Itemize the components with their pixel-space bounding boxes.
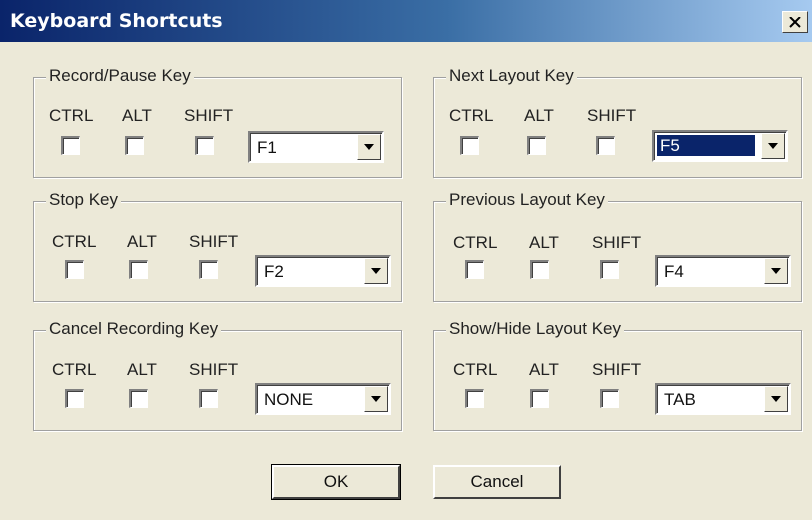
chevron-down-icon (371, 396, 381, 402)
group-title: Previous Layout Key (446, 190, 608, 210)
dropdown-button[interactable] (764, 386, 788, 412)
key-select-value: F4 (664, 262, 684, 281)
group-stop-key: Stop Key CTRL ALT SHIFT F2 (33, 190, 402, 302)
alt-label: ALT (529, 233, 559, 252)
ctrl-label: CTRL (453, 233, 498, 252)
title-bar[interactable]: Keyboard Shortcuts (0, 0, 812, 42)
dropdown-button[interactable] (357, 134, 381, 160)
shift-label: SHIFT (587, 106, 637, 125)
key-select-value: NONE (264, 390, 314, 409)
key-select[interactable]: F1 (248, 131, 384, 163)
ctrl-label: CTRL (49, 106, 94, 125)
group-next-layout-key: Next Layout Key CTRL ALT SHIFT F5 (433, 66, 802, 178)
keyboard-shortcuts-dialog: Keyboard Shortcuts Record/Pause Key CTRL… (0, 0, 812, 520)
key-select[interactable]: NONE (255, 383, 391, 415)
window-title: Keyboard Shortcuts (10, 10, 223, 32)
shift-checkbox[interactable] (195, 136, 214, 155)
dropdown-button[interactable] (764, 258, 788, 284)
alt-label: ALT (524, 106, 554, 125)
close-icon (789, 16, 801, 28)
shift-label: SHIFT (592, 233, 642, 252)
alt-checkbox[interactable] (129, 260, 148, 279)
alt-checkbox[interactable] (530, 260, 549, 279)
shift-label: SHIFT (592, 360, 642, 379)
alt-checkbox[interactable] (129, 389, 148, 408)
alt-label: ALT (122, 106, 152, 125)
group-title: Next Layout Key (446, 66, 577, 86)
chevron-down-icon (771, 268, 781, 274)
group-title: Stop Key (46, 190, 121, 210)
ctrl-label: CTRL (449, 106, 494, 125)
key-select[interactable]: F5 (652, 130, 788, 162)
group-title: Record/Pause Key (46, 66, 194, 86)
key-select-value: F2 (264, 262, 284, 281)
key-select-value: F5 (657, 135, 755, 156)
ctrl-label: CTRL (52, 360, 97, 379)
key-select-value: F1 (257, 138, 277, 157)
key-select[interactable]: F4 (655, 255, 791, 287)
ctrl-checkbox[interactable] (465, 260, 484, 279)
cancel-button[interactable]: Cancel (433, 465, 561, 499)
chevron-down-icon (364, 144, 374, 150)
chevron-down-icon (768, 143, 778, 149)
ctrl-checkbox[interactable] (465, 389, 484, 408)
alt-checkbox[interactable] (530, 389, 549, 408)
group-show-hide-layout-key: Show/Hide Layout Key CTRL ALT SHIFT TAB (433, 319, 802, 431)
group-title: Cancel Recording Key (46, 319, 222, 339)
chevron-down-icon (771, 396, 781, 402)
dropdown-button[interactable] (761, 133, 785, 159)
ctrl-checkbox[interactable] (65, 389, 84, 408)
shift-checkbox[interactable] (596, 136, 615, 155)
alt-checkbox[interactable] (125, 136, 144, 155)
shift-checkbox[interactable] (199, 260, 218, 279)
alt-label: ALT (529, 360, 559, 379)
alt-label: ALT (127, 232, 157, 251)
alt-checkbox[interactable] (527, 136, 546, 155)
chevron-down-icon (371, 268, 381, 274)
alt-label: ALT (127, 360, 157, 379)
shift-label: SHIFT (184, 106, 234, 125)
shift-checkbox[interactable] (600, 389, 619, 408)
shift-label: SHIFT (189, 232, 239, 251)
group-record-pause-key: Record/Pause Key CTRL ALT SHIFT F1 (33, 66, 402, 178)
ctrl-label: CTRL (453, 360, 498, 379)
key-select-value: TAB (664, 390, 696, 409)
ok-button[interactable]: OK (271, 464, 401, 500)
ctrl-label: CTRL (52, 232, 97, 251)
ctrl-checkbox[interactable] (65, 260, 84, 279)
ctrl-checkbox[interactable] (460, 136, 479, 155)
key-select[interactable]: TAB (655, 383, 791, 415)
ctrl-checkbox[interactable] (61, 136, 80, 155)
group-title: Show/Hide Layout Key (446, 319, 624, 339)
key-select[interactable]: F2 (255, 255, 391, 287)
shift-checkbox[interactable] (199, 389, 218, 408)
dropdown-button[interactable] (364, 258, 388, 284)
group-previous-layout-key: Previous Layout Key CTRL ALT SHIFT F4 (433, 190, 802, 302)
shift-checkbox[interactable] (600, 260, 619, 279)
dropdown-button[interactable] (364, 386, 388, 412)
close-button[interactable] (782, 11, 808, 33)
shift-label: SHIFT (189, 360, 239, 379)
group-cancel-recording-key: Cancel Recording Key CTRL ALT SHIFT NONE (33, 319, 402, 431)
